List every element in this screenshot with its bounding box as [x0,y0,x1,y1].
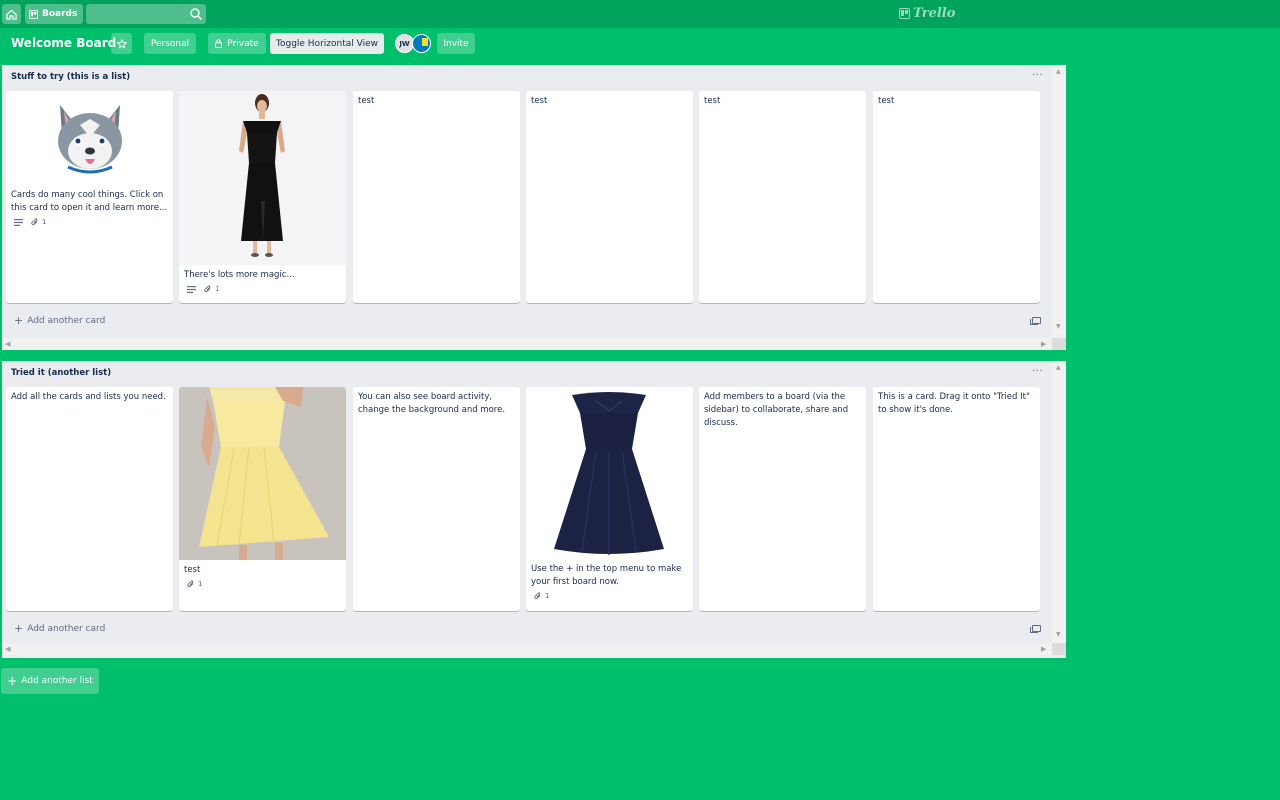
husky-image [58,105,122,174]
star-icon [116,38,127,49]
boards-icon [29,9,38,19]
attachment-badge: 1 [31,218,46,226]
card-title: test [704,96,721,106]
search-icon[interactable] [189,7,203,21]
attachment-badge: 1 [534,592,549,600]
scroll-right-arrow[interactable]: ▶ [1041,645,1046,653]
vertical-scrollbar[interactable]: ▲ ▼ [1052,65,1066,338]
scrollbar-corner [1052,338,1066,350]
scrollbar-corner [1052,643,1066,655]
horizontal-scrollbar[interactable]: ◀ ▶ [2,338,1052,350]
description-icon [14,218,23,226]
card[interactable]: test [699,91,866,303]
vertical-scrollbar[interactable]: ▲ ▼ [1052,361,1066,643]
scroll-left-arrow[interactable]: ◀ [5,340,10,348]
member-avatar[interactable] [412,34,431,53]
card[interactable]: This is a card. Drag it onto "Tried It" … [873,387,1040,611]
attachment-badge: 1 [187,580,202,588]
plus-icon: + [7,674,18,688]
attachment-count: 1 [545,592,550,600]
plus-icon: + [14,314,24,327]
yellow-dress-photo [179,387,346,560]
card[interactable]: Add all the cards and lists you need. [6,387,173,611]
paperclip-icon [31,218,38,226]
card-title: Add members to a board (via the sidebar)… [704,392,849,428]
scroll-right-arrow[interactable]: ▶ [1041,340,1046,348]
lock-icon [215,39,223,48]
add-card-label: Add another card [27,315,106,326]
privacy-button[interactable]: Private [208,33,266,54]
card-title: test [358,96,375,106]
attachment-count: 1 [215,285,220,293]
card-badges: 1 [179,577,346,588]
logo-text: Trello [913,6,956,21]
card[interactable]: test [526,91,693,303]
black-dress-photo [179,91,346,265]
card[interactable]: Add members to a board (via the sidebar)… [699,387,866,611]
home-button[interactable] [2,4,21,24]
attachment-count: 1 [198,580,203,588]
list-menu-icon[interactable]: ··· [1032,70,1043,81]
card-badges: 1 [179,282,346,293]
scroll-down-arrow[interactable]: ▼ [1056,323,1061,330]
card-title: There's lots more magic... [184,270,295,280]
card-title: test [878,96,895,106]
list-menu-icon[interactable]: ··· [1032,366,1043,377]
card-title: This is a card. Drag it onto "Tried It" … [878,392,1030,415]
invite-button[interactable]: Invite [437,33,475,54]
scroll-up-arrow[interactable]: ▲ [1056,68,1061,75]
top-navigation-bar: Boards Trello [0,0,1280,28]
card[interactable]: There's lots more magic... 1 [179,91,346,303]
list-title[interactable]: Stuff to try (this is a list) [11,72,130,82]
attachment-badge: 1 [204,285,219,293]
card-title: You can also see board activity, change … [358,392,506,415]
team-visibility-button[interactable]: Personal [144,33,196,54]
card-title: test [184,565,201,575]
list-tried-it: Tried it (another list) ··· Add all the … [2,361,1066,658]
scroll-left-arrow[interactable]: ◀ [5,645,10,653]
card-title: Use the + in the top menu to make your f… [531,564,682,587]
board-title[interactable]: Welcome Board [11,35,116,51]
add-card-button[interactable]: + Add another card [14,622,105,635]
card-title: Add all the cards and lists you need. [11,392,166,402]
trello-logo-icon [899,8,910,19]
navy-dress-photo [526,387,693,559]
scroll-down-arrow[interactable]: ▼ [1056,631,1061,638]
horizontal-scrollbar[interactable]: ◀ ▶ [2,643,1052,655]
card-title: test [531,96,548,106]
card-badges: 1 [526,589,693,600]
attachment-count: 1 [42,218,47,226]
card-template-icon[interactable] [1030,625,1041,633]
plus-icon: + [14,622,24,635]
home-icon [6,9,17,20]
search-input[interactable] [86,4,206,24]
add-card-button[interactable]: + Add another card [14,314,105,327]
description-icon [187,285,196,293]
trello-logo[interactable]: Trello [899,6,955,21]
add-card-label: Add another card [27,623,106,634]
card[interactable]: You can also see board activity, change … [353,387,520,611]
boards-label: Boards [42,9,78,19]
card[interactable]: test 1 [179,387,346,611]
add-list-button[interactable]: + Add another list [1,668,99,694]
card-title: Cards do many cool things. Click on this… [11,190,168,213]
list-title[interactable]: Tried it (another list) [11,368,111,378]
card[interactable]: test [873,91,1040,303]
card[interactable]: test [353,91,520,303]
paperclip-icon [204,285,211,293]
card[interactable]: Use the + in the top menu to make your f… [526,387,693,611]
paperclip-icon [187,580,194,588]
add-list-label: Add another list [21,676,93,686]
paperclip-icon [534,592,541,600]
private-label: Private [227,38,259,49]
card[interactable]: Cards do many cool things. Click on this… [6,91,173,303]
star-board-button[interactable] [111,33,132,54]
card-template-icon[interactable] [1030,317,1041,325]
boards-button[interactable]: Boards [25,4,83,24]
card-badges: 1 [6,215,173,226]
toggle-horizontal-view-button[interactable]: Toggle Horizontal View [270,33,384,54]
scroll-up-arrow[interactable]: ▲ [1056,364,1061,371]
list-stuff-to-try: Stuff to try (this is a list) ··· Cards … [2,65,1066,350]
